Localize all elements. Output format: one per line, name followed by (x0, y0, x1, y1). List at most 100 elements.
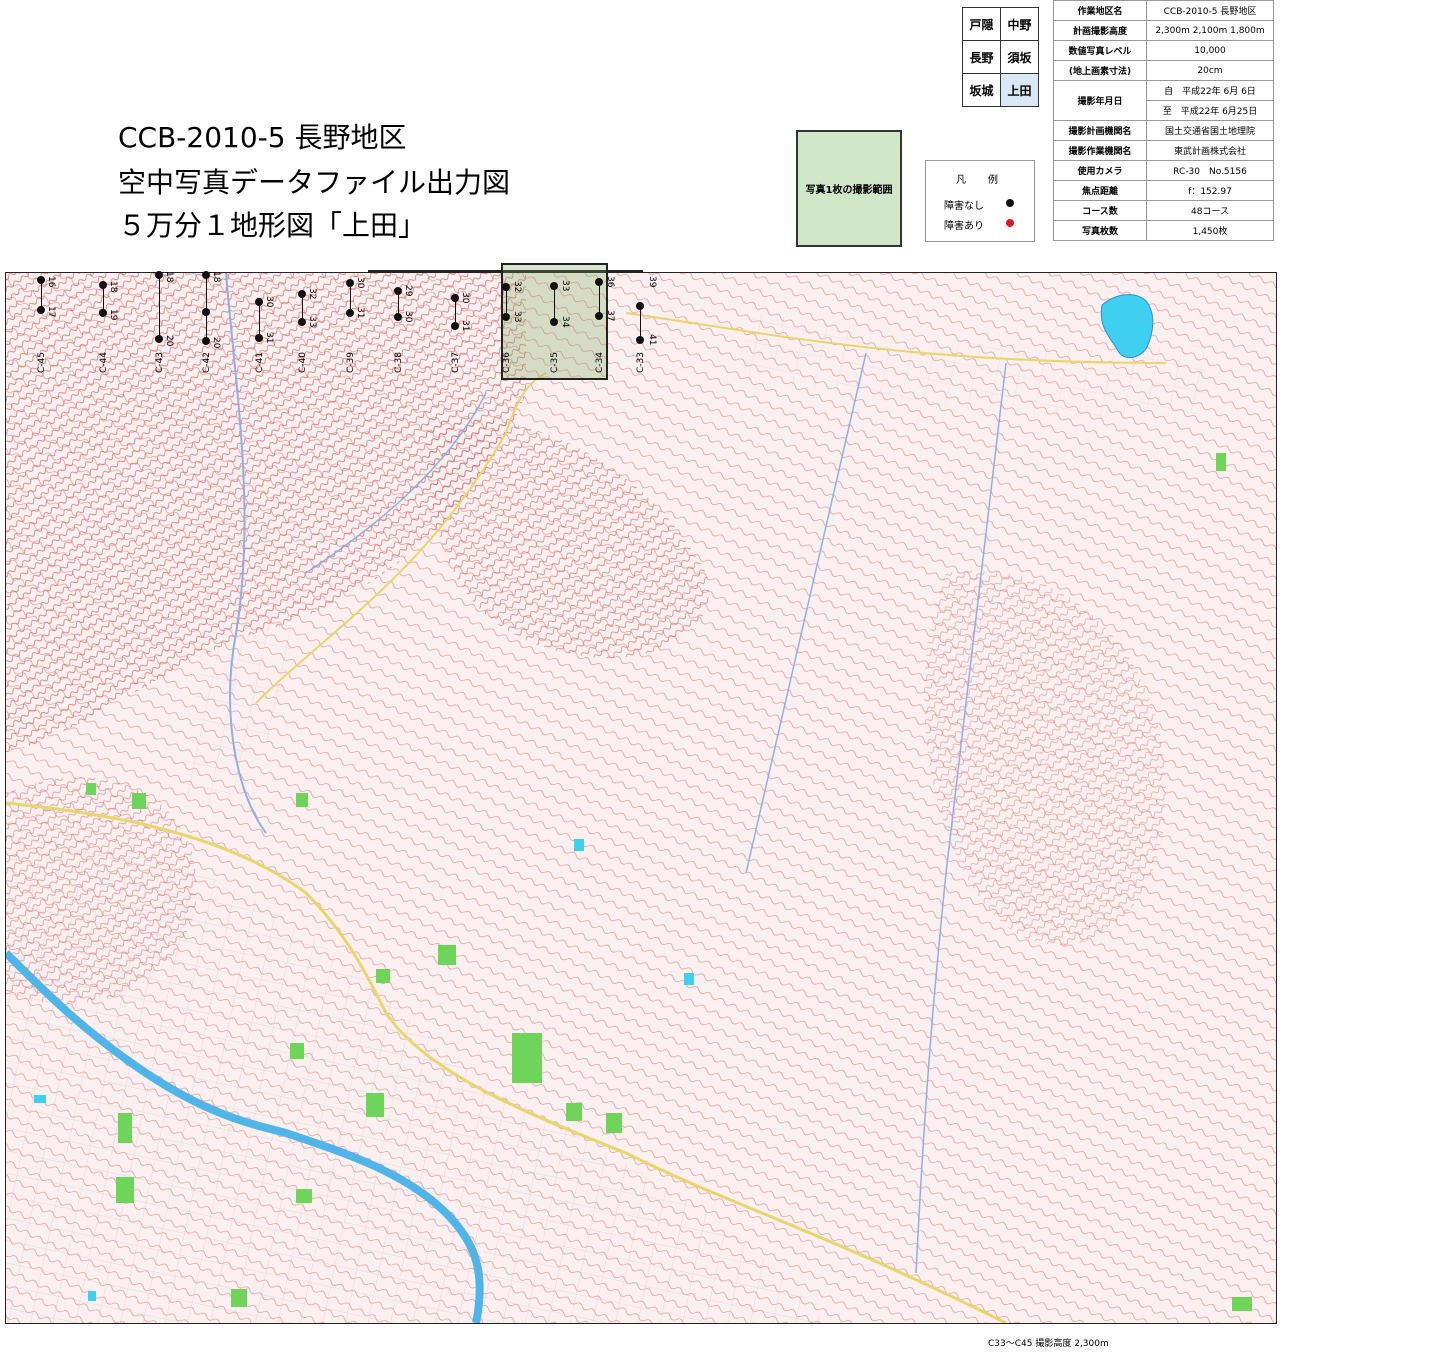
vegetation-patch (376, 969, 390, 983)
photo-coverage-swatch: 写真1枚の撮影範囲 (796, 130, 902, 247)
topographic-map[interactable] (5, 272, 1277, 1324)
vegetation-patch (118, 1113, 132, 1143)
photo-number: 18 (108, 281, 118, 293)
info-value: 20cm (1146, 60, 1274, 81)
photo-point[interactable] (202, 308, 210, 316)
photo-point[interactable] (394, 287, 402, 295)
photo-number: 19 (108, 309, 118, 321)
vegetation-patch (438, 945, 456, 965)
index-cell[interactable]: 坂城 (962, 73, 1001, 107)
vegetation-patch (296, 793, 308, 807)
vegetation-patch (231, 1289, 247, 1307)
info-key: (地上画素寸法) (1053, 60, 1147, 81)
flight-line (159, 275, 160, 339)
index-cell-current[interactable]: 上田 (1000, 73, 1039, 107)
index-cell[interactable]: 須坂 (1000, 40, 1039, 74)
photo-point[interactable] (502, 313, 510, 321)
map-title-line-1: CCB-2010-5 長野地区 (118, 121, 407, 154)
info-value: f：152.97 (1146, 180, 1274, 201)
photo-point[interactable] (99, 281, 107, 289)
photo-point[interactable] (550, 318, 558, 326)
photo-point[interactable] (550, 282, 558, 290)
photo-point[interactable] (502, 283, 510, 291)
photo-number: 37 (605, 310, 615, 322)
photo-number: 33 (307, 316, 317, 328)
photo-point[interactable] (255, 334, 263, 342)
photo-point[interactable] (394, 313, 402, 321)
photo-number: 16 (46, 276, 56, 288)
photo-point[interactable] (37, 276, 45, 284)
photo-number: 31 (460, 320, 470, 332)
photo-number: 18 (164, 271, 174, 283)
photo-point[interactable] (451, 294, 459, 302)
pond (574, 839, 584, 851)
photo-point[interactable] (595, 278, 603, 286)
course-label: C-38 (394, 352, 404, 373)
pond (34, 1095, 46, 1103)
info-value: 東武計画株式会社 (1146, 140, 1274, 161)
index-cell[interactable]: 長野 (962, 40, 1001, 74)
photo-number: 18 (211, 271, 221, 283)
legend: 凡 例 障害なし 障害あり (925, 160, 1035, 242)
legend-item-no-obstruction: 障害なし (944, 197, 1020, 212)
course-label: C-45 (37, 352, 47, 373)
vegetation-patch (1232, 1297, 1252, 1311)
photo-point[interactable] (636, 302, 644, 310)
course-label: C-41 (255, 352, 265, 373)
photo-point[interactable] (346, 279, 354, 287)
map-title-line-3: ５万分１地形図「上田」 (118, 209, 427, 242)
info-value: 10,000 (1146, 40, 1274, 61)
photo-point[interactable] (255, 298, 263, 306)
photo-number: 20 (211, 337, 221, 349)
info-value: 2,300m 2,100m 1,800m (1146, 20, 1274, 41)
photo-point[interactable] (99, 309, 107, 317)
photo-point[interactable] (346, 309, 354, 317)
photo-coverage-label: 写真1枚の撮影範囲 (805, 185, 893, 196)
course-label: C-36 (502, 352, 512, 373)
vegetation-patch (566, 1103, 582, 1121)
survey-info-table: 作業地区名 CCB-2010-5 長野地区 計画撮影高度 2,300m 2,100m… (1053, 0, 1274, 241)
legend-item-obstruction: 障害あり (944, 217, 1020, 232)
pond (88, 1291, 96, 1301)
course-label: C-35 (550, 352, 560, 373)
course-label: C-37 (451, 352, 461, 373)
vegetation-patch (86, 783, 96, 795)
index-map-grid: 戸隠 中野 長野 須坂 坂城 上田 (962, 7, 1039, 107)
vegetation-patch (606, 1113, 622, 1133)
photo-number: 31 (355, 307, 365, 319)
photo-point[interactable] (298, 318, 306, 326)
info-key: 撮影年月日 (1053, 80, 1147, 121)
photo-number: 29 (403, 285, 413, 297)
photo-point[interactable] (202, 271, 210, 279)
vegetation-patch (290, 1043, 304, 1059)
photo-point[interactable] (155, 335, 163, 343)
flight-line (640, 306, 641, 340)
index-cell[interactable]: 戸隠 (962, 7, 1001, 41)
photo-point[interactable] (37, 306, 45, 314)
photo-point[interactable] (155, 271, 163, 279)
course-label: C-40 (298, 352, 308, 373)
photo-point[interactable] (636, 336, 644, 344)
photo-point[interactable] (595, 312, 603, 320)
photo-point[interactable] (202, 337, 210, 345)
vegetation-patch (116, 1177, 134, 1203)
pond (684, 973, 694, 985)
photo-number: 31 (264, 332, 274, 344)
photo-number: 30 (355, 277, 365, 289)
photo-point[interactable] (298, 290, 306, 298)
info-value: 48コース (1146, 200, 1274, 221)
photo-number: 33 (560, 280, 570, 292)
footer-note: C33～C45 撮影高度 2,300m (988, 1339, 1109, 1349)
photo-number: 20 (164, 335, 174, 347)
info-key: 写真枚数 (1053, 220, 1147, 241)
black-dot-icon (1006, 199, 1014, 207)
info-key: 焦点距離 (1053, 180, 1147, 201)
info-key: 撮影計画機関名 (1053, 120, 1147, 141)
legend-label: 障害あり (944, 221, 984, 232)
info-key: 使用カメラ (1053, 160, 1147, 181)
vegetation-patch (1216, 453, 1226, 471)
photo-number: 32 (512, 281, 522, 293)
info-value: 自 平成22年 6月 6日 (1146, 80, 1274, 101)
photo-point[interactable] (451, 322, 459, 330)
index-cell[interactable]: 中野 (1000, 7, 1039, 41)
